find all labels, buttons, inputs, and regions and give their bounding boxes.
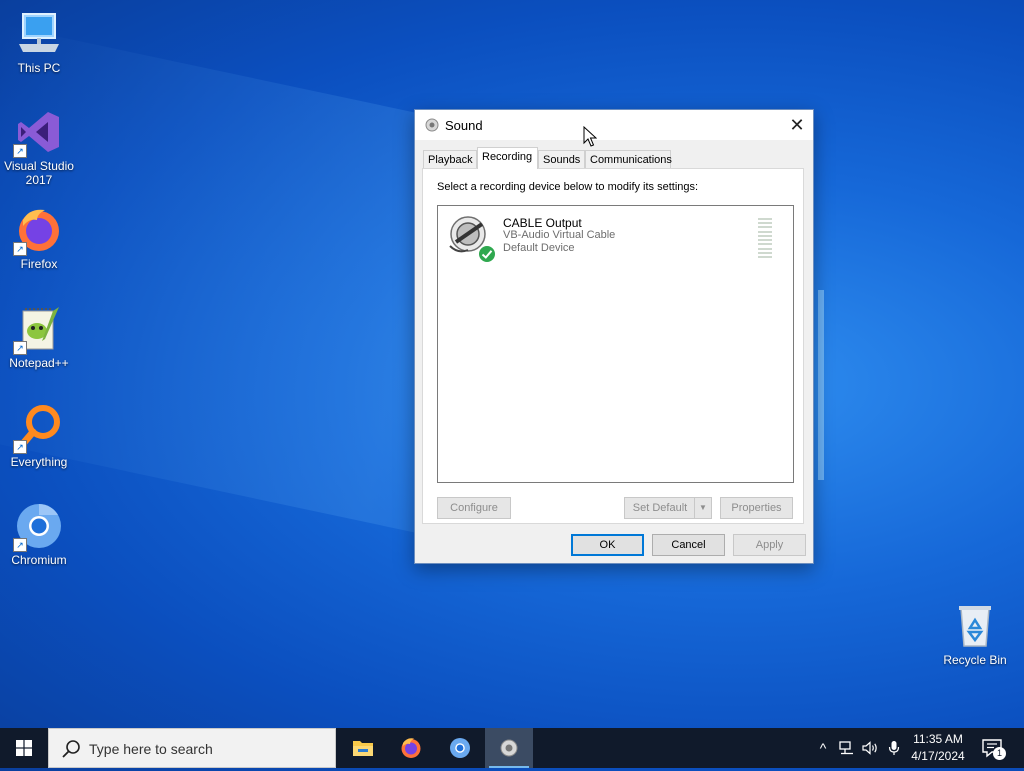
speaker-icon <box>425 118 439 132</box>
desktop-icon-label: Notepad++ <box>9 356 69 370</box>
device-status: Default Device <box>503 242 575 254</box>
desktop-icon-firefox[interactable]: ↗ Firefox <box>0 206 78 271</box>
taskbar-app-firefox[interactable] <box>387 728 435 768</box>
desktop-icon-label: This PC <box>17 61 61 75</box>
device-name: CABLE Output <box>503 216 582 230</box>
desktop-icon-label: Chromium <box>11 553 67 567</box>
clock-time: 11:35 AM <box>913 732 963 746</box>
computer-icon <box>19 13 59 52</box>
sound-dialog: Sound ✕ Playback Recording Sounds Commun… <box>414 109 814 564</box>
shortcut-arrow-icon: ↗ <box>13 440 27 454</box>
desktop-icon-label: Recycle Bin <box>943 653 1007 667</box>
notification-count-badge: 1 <box>993 747 1006 760</box>
recycle-bin-icon <box>959 606 991 647</box>
start-button[interactable] <box>0 728 48 768</box>
dialog-title: Sound <box>445 118 483 133</box>
device-list[interactable]: CABLE Output VB-Audio Virtual Cable Defa… <box>437 205 794 483</box>
recording-panel: Select a recording device below to modif… <box>422 168 804 524</box>
taskbar-search-box[interactable]: Type here to search <box>48 728 336 768</box>
taskbar-app-chromium[interactable] <box>436 728 484 768</box>
microphone-icon[interactable] <box>884 728 904 768</box>
cancel-button[interactable]: Cancel <box>652 534 725 556</box>
desktop-icon-chromium[interactable]: ↗ Chromium <box>0 502 78 567</box>
tab-communications[interactable]: Communications <box>585 150 672 168</box>
set-default-label: Set Default <box>632 502 688 514</box>
firefox-icon <box>401 738 421 758</box>
dialog-titlebar[interactable]: Sound ✕ <box>415 110 813 140</box>
clock-date: 4/17/2024 <box>911 749 965 763</box>
taskbar-app-file-explorer[interactable] <box>339 728 387 768</box>
search-placeholder: Type here to search <box>89 741 213 757</box>
set-default-button[interactable]: Set Default ▼ <box>624 497 712 519</box>
shortcut-arrow-icon: ↗ <box>13 144 27 158</box>
taskbar: Type here to search ^ 11:35 AM 4/17/2024… <box>0 728 1024 768</box>
tab-sounds[interactable]: Sounds <box>538 150 585 168</box>
apply-button[interactable]: Apply <box>733 534 806 556</box>
desktop-icon-label: Firefox <box>20 257 58 271</box>
ok-button[interactable]: OK <box>571 534 644 556</box>
desktop-icon-label: Everything <box>10 455 68 469</box>
desktop-icon-notepad-plus-plus[interactable]: ↗ Notepad++ <box>0 305 78 370</box>
action-center-button[interactable]: 1 <box>980 736 1006 760</box>
mouse-pointer-icon <box>583 126 597 147</box>
network-icon <box>839 741 853 755</box>
level-meter <box>758 218 772 258</box>
desktop-icon-everything[interactable]: ↗ Everything <box>0 404 78 469</box>
chevron-down-icon[interactable]: ▼ <box>694 498 711 518</box>
properties-button[interactable]: Properties <box>720 497 793 519</box>
taskbar-clock[interactable]: 11:35 AM 4/17/2024 <box>906 731 970 765</box>
microphone-icon <box>888 741 900 755</box>
network-icon[interactable] <box>836 728 858 768</box>
desktop-icon-visual-studio[interactable]: ↗ Visual Studio 2017 <box>0 108 78 187</box>
instruction-text: Select a recording device below to modif… <box>437 181 699 193</box>
tab-recording[interactable]: Recording <box>477 147 538 169</box>
windows-logo-icon <box>16 740 32 756</box>
speaker-icon <box>500 739 518 757</box>
volume-icon <box>862 741 877 755</box>
chromium-icon <box>450 738 470 758</box>
configure-button[interactable]: Configure <box>437 497 511 519</box>
device-item-cable-output[interactable]: CABLE Output VB-Audio Virtual Cable Defa… <box>444 212 784 264</box>
device-description: VB-Audio Virtual Cable <box>503 229 616 241</box>
shortcut-arrow-icon: ↗ <box>13 538 27 552</box>
tray-overflow-chevron[interactable]: ^ <box>812 728 834 768</box>
shortcut-arrow-icon: ↗ <box>13 242 27 256</box>
folder-icon <box>353 741 373 756</box>
close-button[interactable]: ✕ <box>781 110 813 140</box>
default-check-icon <box>478 245 496 263</box>
taskbar-app-sound[interactable] <box>485 728 533 768</box>
volume-icon[interactable] <box>860 728 882 768</box>
desktop-icon-label: Visual Studio 2017 <box>4 159 74 187</box>
desktop-icon-recycle-bin[interactable]: Recycle Bin <box>936 602 1014 667</box>
desktop-icon-this-pc[interactable]: This PC <box>0 10 78 75</box>
search-icon <box>62 740 80 758</box>
tab-playback[interactable]: Playback <box>423 150 477 168</box>
shortcut-arrow-icon: ↗ <box>13 341 27 355</box>
